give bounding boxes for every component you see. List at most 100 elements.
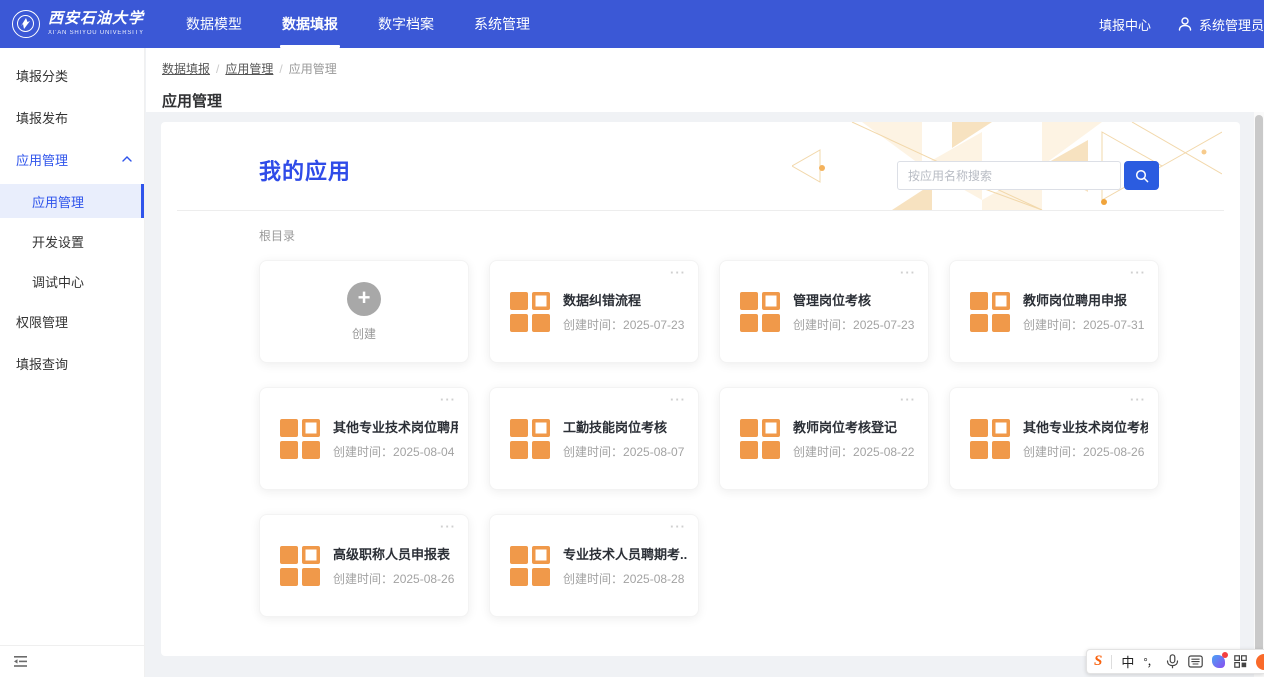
app-grid-icon [970,292,1010,332]
panel-header: 我的应用 [161,122,1240,210]
university-logo: 西安石油大学 XI'AN SHIYOU UNIVERSITY [0,10,158,38]
nav-item-system-admin[interactable]: 系统管理 [454,0,550,48]
sidebar-subitem-debug-center[interactable]: 调试中心 [0,264,144,298]
app-card-title: 工勤技能岗位考核 [563,417,684,436]
main-nav: 数据模型 数据填报 数字档案 系统管理 [166,0,550,48]
root-directory-label: 根目录 [259,227,1240,244]
created-label: 创建时间： [1023,318,1083,332]
breadcrumb-separator: / [216,62,219,76]
app-card[interactable]: ··· 专业技术人员聘期考... 创建时间：2025-08-28 [489,514,699,617]
app-card-date: 创建时间：2025-08-07 [563,443,684,460]
card-more-icon[interactable]: ··· [900,265,916,280]
created-date: 2025-08-26 [393,572,454,586]
search-icon [1135,169,1149,183]
app-card-title: 教师岗位考核登记 [793,417,914,436]
app-grid-icon [740,419,780,459]
ime-extra-icon[interactable] [1256,654,1264,670]
app-card[interactable]: ··· 其他专业技术岗位考核 创建时间：2025-08-26 [949,387,1159,490]
app-card[interactable]: ··· 高级职称人员申报表 创建时间：2025-08-26 [259,514,469,617]
user-name: 系统管理员 [1199,15,1264,34]
toolbox-grid-icon[interactable] [1234,655,1247,668]
content-area: 数据填报 / 应用管理 / 应用管理 应用管理 [146,48,1264,677]
search-button[interactable] [1124,161,1159,190]
card-more-icon[interactable]: ··· [670,519,686,534]
sidebar-item-filling-publish[interactable]: 填报发布 [0,100,144,134]
filling-center-link[interactable]: 填报中心 [1099,15,1151,34]
created-date: 2025-08-07 [623,445,684,459]
plus-icon: + [347,282,381,316]
app-card-date: 创建时间：2025-08-26 [1023,443,1148,460]
nav-item-digital-archive[interactable]: 数字档案 [358,0,454,48]
sogou-logo-icon[interactable]: S [1094,653,1102,670]
collapse-sidebar-icon[interactable] [13,655,28,668]
app-grid-icon [740,292,780,332]
panel-divider [177,210,1224,211]
chevron-up-icon [122,156,132,162]
university-name-cn: 西安石油大学 [48,12,144,27]
top-navbar: 西安石油大学 XI'AN SHIYOU UNIVERSITY 数据模型 数据填报… [0,0,1264,48]
sidebar-item-filling-category[interactable]: 填报分类 [0,58,144,92]
card-more-icon[interactable]: ··· [670,265,686,280]
breadcrumb-app-management[interactable]: 应用管理 [225,60,273,77]
ime-toolbar: S 中 °， [1086,649,1264,674]
sidebar-subitem-label: 开发设置 [32,232,84,251]
created-label: 创建时间： [563,318,623,332]
app-card-title: 教师岗位聘用申报 [1023,290,1144,309]
punctuation-toggle-icon[interactable]: °， [1143,654,1156,670]
app-card[interactable]: ··· 管理岗位考核 创建时间：2025-07-23 [719,260,929,363]
search-box [897,161,1159,190]
sidebar-subitem-dev-settings[interactable]: 开发设置 [0,224,144,258]
app-card[interactable]: ··· 工勤技能岗位考核 创建时间：2025-08-07 [489,387,699,490]
app-cards-grid: + 创建 ··· 数据纠错流程 创建时间：2025-07-23 ··· [259,260,1240,617]
chinese-mode-icon[interactable]: 中 [1121,652,1134,671]
app-card-title: 专业技术人员聘期考... [563,544,688,563]
page-header: 数据填报 / 应用管理 / 应用管理 应用管理 [146,48,1264,112]
create-app-card[interactable]: + 创建 [259,260,469,363]
app-card-date: 创建时间：2025-08-28 [563,570,688,587]
search-input[interactable] [897,161,1121,190]
nav-item-data-model[interactable]: 数据模型 [166,0,262,48]
card-more-icon[interactable]: ··· [900,392,916,407]
card-more-icon[interactable]: ··· [670,392,686,407]
created-date: 2025-07-23 [853,318,914,332]
card-more-icon[interactable]: ··· [440,392,456,407]
created-date: 2025-08-26 [1083,445,1144,459]
app-card[interactable]: ··· 数据纠错流程 创建时间：2025-07-23 [489,260,699,363]
ime-divider [1111,655,1112,669]
app-card-title: 其他专业技术岗位考核 [1023,417,1148,436]
app-card[interactable]: ··· 教师岗位考核登记 创建时间：2025-08-22 [719,387,929,490]
nav-item-data-filling[interactable]: 数据填报 [262,0,358,48]
card-more-icon[interactable]: ··· [1130,392,1146,407]
microphone-icon[interactable] [1166,654,1179,669]
app-card-date: 创建时间：2025-08-26 [333,570,454,587]
sidebar-item-label: 权限管理 [16,312,68,331]
university-emblem-icon [12,10,40,38]
sidebar-subitem-app-management[interactable]: 应用管理 [0,184,144,218]
app-card-title: 其他专业技术岗位聘用 [333,417,458,436]
scrollbar-track[interactable] [1254,112,1264,677]
card-more-icon[interactable]: ··· [1130,265,1146,280]
sidebar-item-label: 填报分类 [16,66,68,85]
created-label: 创建时间： [333,572,393,586]
created-label: 创建时间： [563,572,623,586]
sidebar-footer [0,645,144,677]
created-date: 2025-08-28 [623,572,684,586]
soft-keyboard-icon[interactable] [1188,655,1203,668]
breadcrumb-data-filling[interactable]: 数据填报 [162,60,210,77]
sidebar-item-filling-query[interactable]: 填报查询 [0,346,144,380]
sidebar-subitem-label: 调试中心 [32,272,84,291]
user-icon [1177,16,1193,32]
user-menu[interactable]: 系统管理员 [1177,15,1264,34]
app-card[interactable]: ··· 教师岗位聘用申报 创建时间：2025-07-31 [949,260,1159,363]
created-label: 创建时间： [793,445,853,459]
sidebar-item-app-management[interactable]: 应用管理 [0,142,144,176]
app-card-title: 数据纠错流程 [563,290,684,309]
app-card[interactable]: ··· 其他专业技术岗位聘用 创建时间：2025-08-04 [259,387,469,490]
created-date: 2025-07-31 [1083,318,1144,332]
sidebar-item-permission-management[interactable]: 权限管理 [0,304,144,338]
app-card-title: 管理岗位考核 [793,290,914,309]
sidebar-subitem-label: 应用管理 [32,192,84,211]
card-more-icon[interactable]: ··· [440,519,456,534]
skin-theme-icon[interactable] [1212,655,1225,668]
scrollbar-thumb[interactable] [1255,115,1263,653]
